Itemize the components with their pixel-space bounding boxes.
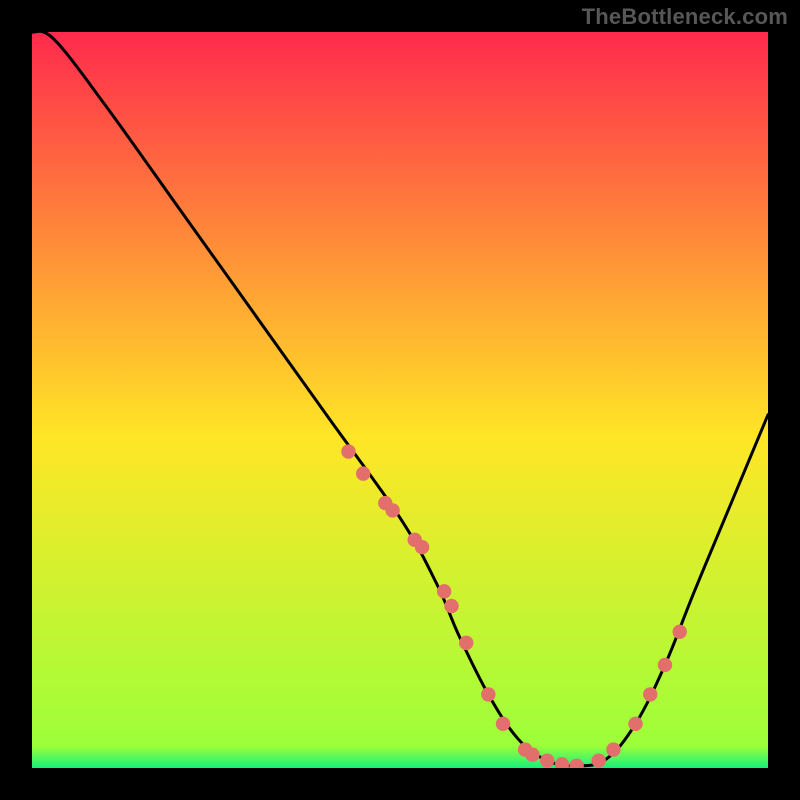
app-frame: TheBottleneck.com (0, 0, 800, 800)
data-marker (658, 658, 672, 672)
data-marker (341, 444, 355, 458)
data-marker (643, 687, 657, 701)
data-marker (525, 748, 539, 762)
data-marker (496, 717, 510, 731)
data-marker (672, 625, 686, 639)
data-marker (415, 540, 429, 554)
data-marker (481, 687, 495, 701)
data-marker (592, 753, 606, 767)
data-marker (606, 742, 620, 756)
data-marker (628, 717, 642, 731)
data-marker (459, 636, 473, 650)
data-marker (437, 584, 451, 598)
data-marker (444, 599, 458, 613)
data-marker (356, 466, 370, 480)
bottleneck-chart (32, 32, 768, 768)
chart-container (32, 32, 768, 768)
watermark-label: TheBottleneck.com (582, 4, 788, 30)
data-marker (385, 503, 399, 517)
data-marker (540, 753, 554, 767)
gradient-background (32, 32, 768, 768)
